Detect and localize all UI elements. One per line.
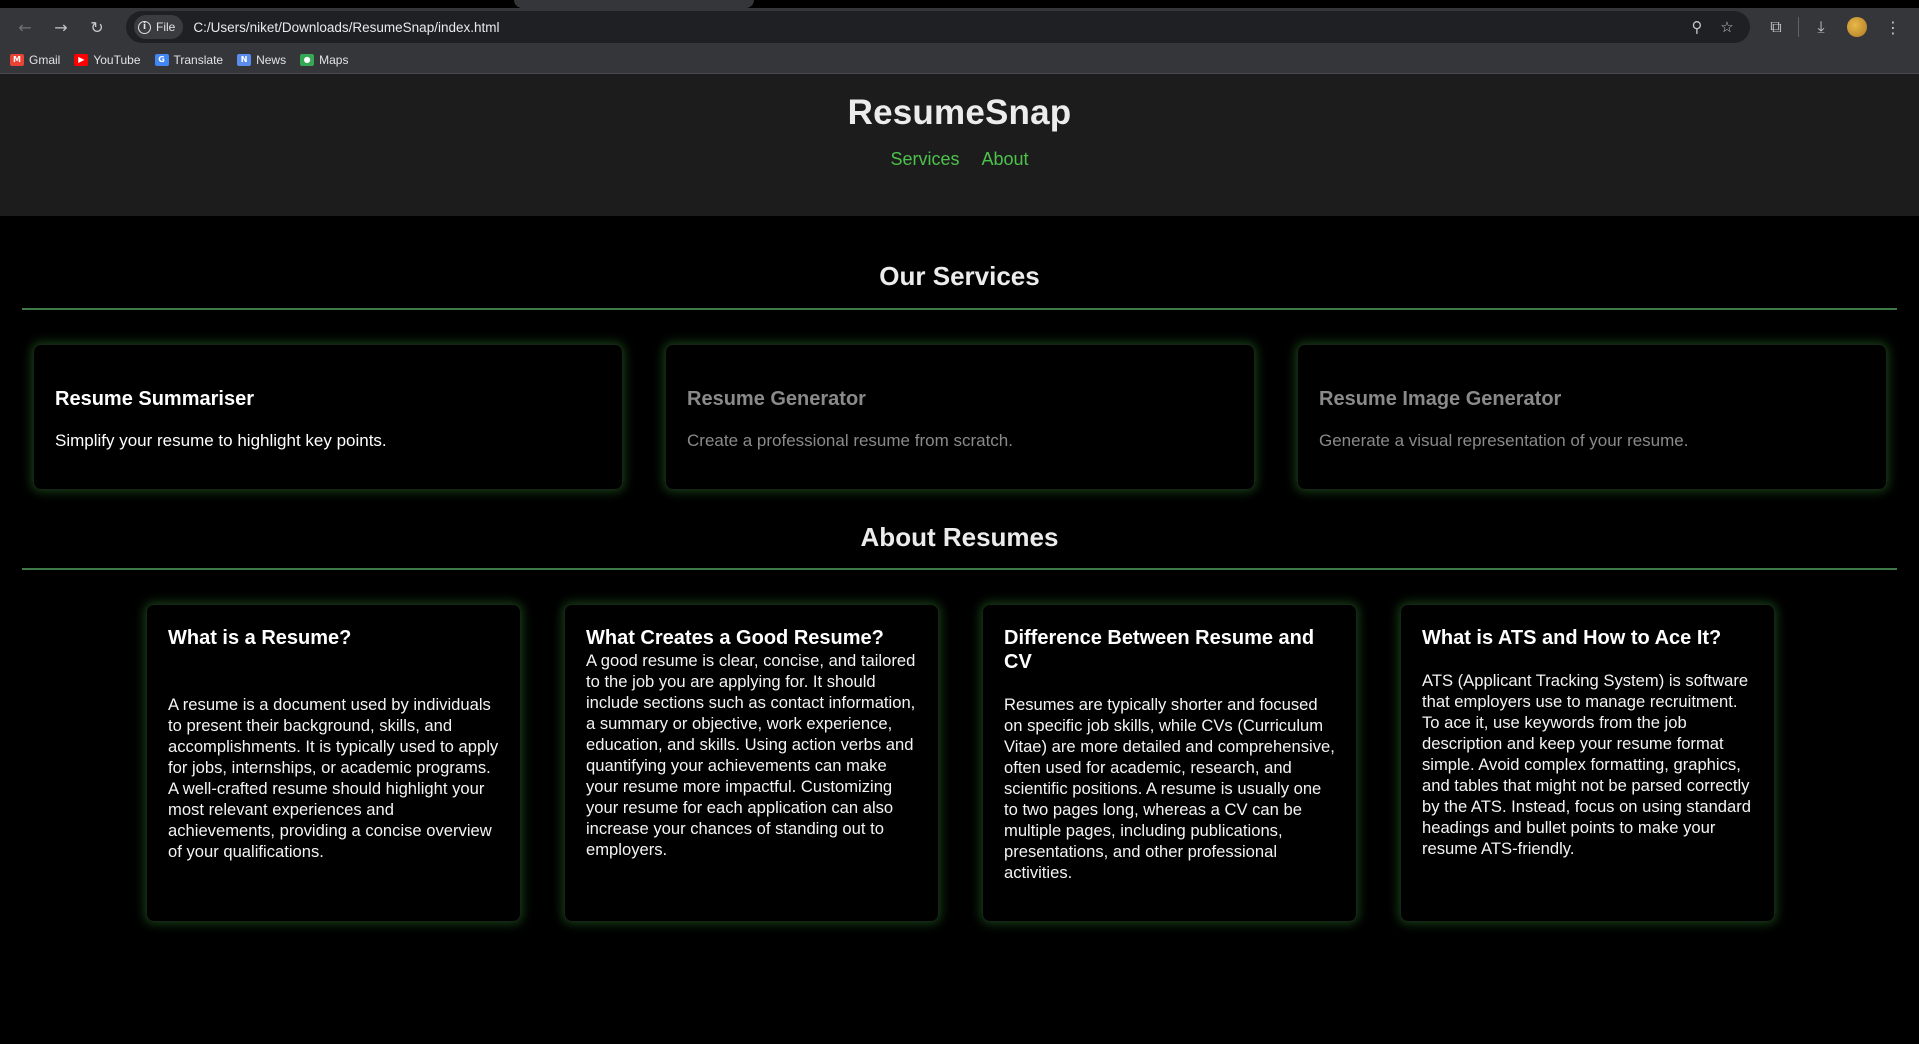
maps-icon: ●	[300, 53, 315, 66]
bookmark-label: Translate	[173, 52, 224, 67]
services-title: Our Services	[879, 261, 1040, 291]
service-card-description: Create a professional resume from scratc…	[687, 431, 1013, 450]
bookmark-star-icon[interactable]: ☆	[1712, 12, 1742, 42]
service-card-resume-summariser[interactable]: Resume Summariser Simplify your resume t…	[33, 344, 623, 490]
service-card-description: Generate a visual representation of your…	[1319, 431, 1689, 450]
service-card-resume-generator[interactable]: Resume Generator Create a professional r…	[665, 344, 1255, 490]
about-card-body: A good resume is clear, concise, and tai…	[586, 651, 916, 859]
nav-link-services[interactable]: Services	[890, 149, 959, 170]
service-card-list: Resume Summariser Simplify your resume t…	[0, 310, 1919, 490]
profile-button[interactable]	[1839, 10, 1875, 44]
bookmark-label: Maps	[319, 52, 349, 67]
service-card-title: Resume Generator	[687, 388, 866, 410]
forward-icon[interactable]: →	[44, 10, 78, 44]
bookmarks-bar: M Gmail ▶ YouTube G Translate N News ● M…	[0, 46, 1919, 74]
translate-icon: G	[154, 53, 169, 66]
menu-icon[interactable]: ⋮	[1875, 10, 1911, 44]
about-card-body: Resumes are typically shorter and focuse…	[1004, 695, 1335, 882]
site-header: ResumeSnap Services About	[0, 74, 1919, 216]
about-card-title: What is ATS and How to Ace It?	[1422, 627, 1722, 649]
back-icon[interactable]: ←	[8, 10, 42, 44]
info-icon: i	[138, 20, 151, 34]
url-scheme-label: File	[156, 20, 176, 34]
extensions-icon[interactable]: ⧉	[1758, 10, 1794, 44]
about-card-body: ATS (Applicant Tracking System) is softw…	[1422, 671, 1752, 858]
bookmark-news[interactable]: N News	[237, 53, 286, 67]
service-card-title: Resume Summariser	[55, 388, 254, 410]
site-info-button[interactable]: i File	[134, 15, 184, 39]
about-card-list: What is a Resume? A resume is a document…	[0, 570, 1919, 922]
download-icon[interactable]: ⤓	[1803, 10, 1839, 44]
about-card-title: What is a Resume?	[168, 627, 352, 649]
site-title: ResumeSnap	[847, 93, 1072, 132]
gmail-icon: M	[10, 53, 24, 66]
bookmark-maps[interactable]: ● Maps	[300, 53, 348, 67]
zoom-icon[interactable]: ⚲	[1682, 12, 1712, 42]
bookmark-label: Gmail	[29, 52, 61, 67]
toolbar-divider	[1798, 17, 1799, 37]
url-text[interactable]: C:/Users/niket/Downloads/ResumeSnap/inde…	[193, 20, 1682, 35]
about-card-resume-vs-cv: Difference Between Resume and CV Resumes…	[982, 604, 1357, 922]
bookmark-label: News	[256, 52, 287, 67]
about-card-title: What Creates a Good Resume?	[586, 627, 884, 649]
reload-icon[interactable]: ↻	[80, 10, 114, 44]
bookmark-translate[interactable]: G Translate	[154, 52, 224, 67]
about-card-title: Difference Between Resume and CV	[1004, 627, 1315, 673]
bookmark-label: YouTube	[93, 52, 141, 67]
browser-toolbar: ← → ↻ i File C:/Users/niket/Downloads/Re…	[0, 8, 1919, 46]
about-card-good-resume: What Creates a Good Resume? A good resum…	[564, 604, 939, 922]
about-section: About Resumes What is a Resume? A resume…	[0, 490, 1919, 922]
about-card-ats: What is ATS and How to Ace It? ATS (Appl…	[1400, 604, 1775, 922]
services-section: Our Services Resume Summariser Simplify …	[0, 216, 1919, 490]
bookmark-gmail[interactable]: M Gmail	[10, 53, 60, 67]
youtube-icon: ▶	[74, 53, 89, 66]
nav-link-about[interactable]: About	[981, 149, 1028, 170]
avatar	[1847, 17, 1867, 37]
news-icon: N	[237, 53, 252, 66]
address-bar[interactable]: i File C:/Users/niket/Downloads/ResumeSn…	[126, 11, 1750, 43]
about-card-body: A resume is a document used by individua…	[168, 695, 499, 861]
active-tab[interactable]	[514, 0, 754, 8]
tab-strip	[0, 0, 1919, 8]
service-card-title: Resume Image Generator	[1319, 388, 1562, 410]
about-title: About Resumes	[860, 522, 1059, 552]
about-card-what-is-resume: What is a Resume? A resume is a document…	[146, 604, 521, 922]
service-card-resume-image-generator[interactable]: Resume Image Generator Generate a visual…	[1297, 344, 1887, 490]
bookmark-youtube[interactable]: ▶ YouTube	[74, 52, 141, 67]
site-nav: Services About	[0, 149, 1919, 170]
service-card-description: Simplify your resume to highlight key po…	[55, 431, 387, 450]
